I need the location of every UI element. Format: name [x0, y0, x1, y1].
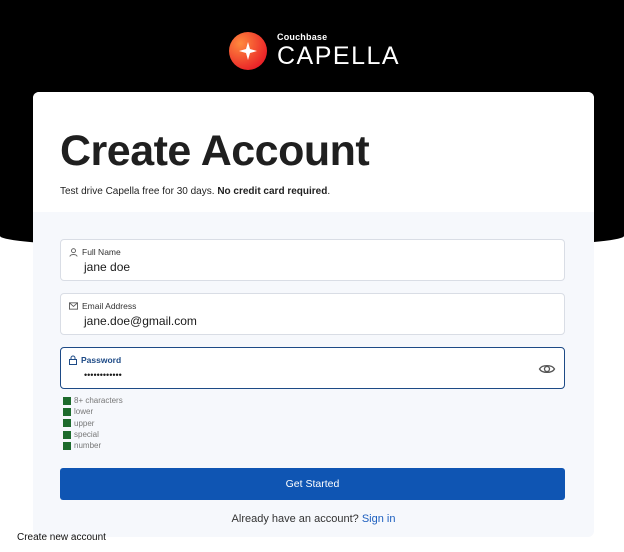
email-label: Email Address: [82, 301, 137, 311]
full-name-field[interactable]: Full Name jane doe: [60, 239, 565, 281]
brand-company: Couchbase: [277, 32, 328, 42]
password-input[interactable]: ••••••••••••: [84, 370, 122, 380]
card-header: Create Account Test drive Capella free f…: [33, 92, 594, 212]
page-subtitle: Test drive Capella free for 30 days. No …: [60, 186, 594, 197]
brand-wordmark: Couchbase CAPELLA: [277, 33, 400, 69]
requirement-label: 8+ characters: [74, 396, 123, 406]
check-square-icon: [63, 430, 71, 439]
signin-text: Already have an account?: [231, 513, 362, 525]
requirement-item: special: [63, 429, 123, 440]
full-name-label-group: Full Name: [69, 247, 121, 257]
lock-icon: [69, 355, 77, 365]
requirement-item: number: [63, 440, 123, 451]
signin-prompt: Already have an account? Sign in: [33, 513, 594, 525]
brand-product: CAPELLA: [277, 42, 401, 70]
email-input[interactable]: jane.doe@gmail.com: [84, 314, 197, 328]
requirement-label: special: [74, 430, 99, 440]
email-field[interactable]: Email Address jane.doe@gmail.com: [60, 293, 565, 335]
user-icon: [69, 247, 78, 257]
requirement-item: upper: [63, 418, 123, 429]
page-title: Create Account: [60, 127, 370, 175]
requirement-label: lower: [74, 407, 94, 417]
requirement-label: number: [74, 441, 102, 451]
subtitle-text: Test drive Capella free for 30 days.: [60, 186, 218, 197]
password-field[interactable]: Password ••••••••••••: [60, 347, 565, 389]
full-name-input[interactable]: jane doe: [84, 260, 130, 274]
password-requirements: 8+ characters lower upper special number: [63, 395, 123, 451]
get-started-button[interactable]: Get Started: [60, 468, 565, 500]
requirement-item: 8+ characters: [63, 395, 123, 406]
full-name-label: Full Name: [82, 247, 121, 257]
check-square-icon: [63, 396, 71, 405]
signup-card: Create Account Test drive Capella free f…: [33, 92, 594, 537]
subtitle-emphasis: No credit card required: [217, 186, 328, 197]
requirement-item: lower: [63, 406, 123, 417]
email-label-group: Email Address: [69, 301, 136, 311]
eye-icon[interactable]: [538, 360, 556, 378]
check-square-icon: [63, 419, 71, 428]
requirement-label: upper: [74, 418, 95, 428]
sparkle-icon: [229, 32, 267, 70]
mail-icon: [69, 302, 78, 310]
password-label-group: Password: [69, 355, 121, 365]
check-square-icon: [63, 407, 71, 416]
password-label: Password: [81, 355, 122, 365]
page-caption: Create new account: [17, 532, 106, 543]
brand-logo-group: Couchbase CAPELLA: [229, 30, 400, 72]
subtitle-end: .: [327, 186, 331, 197]
check-square-icon: [63, 441, 71, 450]
signin-link[interactable]: Sign in: [362, 513, 396, 525]
